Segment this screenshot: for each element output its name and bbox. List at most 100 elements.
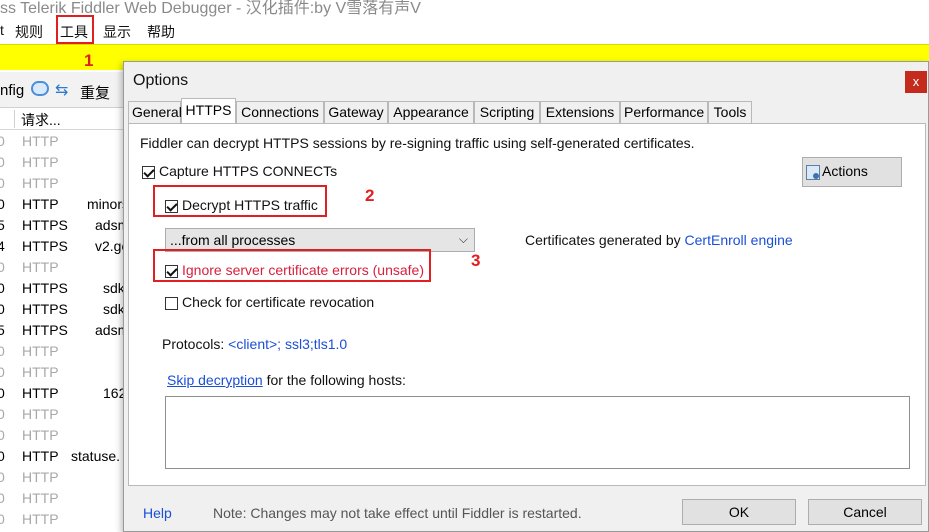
chevron-down-icon: ⌵ bbox=[458, 232, 468, 246]
session-protocol: HTTP bbox=[22, 259, 59, 275]
certificates-info: Certificates generated by CertEnroll eng… bbox=[525, 232, 793, 248]
session-protocol: HTTP bbox=[22, 511, 59, 527]
session-row[interactable]: 0 HTTP bbox=[0, 488, 125, 509]
tab-appearance[interactable]: Appearance bbox=[388, 101, 474, 123]
ok-button[interactable]: OK bbox=[682, 499, 796, 525]
replay-icon[interactable]: ⇆ bbox=[55, 80, 68, 100]
session-host: sdk bbox=[103, 280, 125, 296]
session-id: 5 bbox=[0, 217, 5, 233]
session-host: adsmi bbox=[95, 322, 125, 338]
session-id: 0 bbox=[0, 343, 5, 359]
annotation-box-ignore-errors bbox=[153, 249, 431, 282]
help-link[interactable]: Help bbox=[143, 505, 172, 521]
skip-decryption-suffix: for the following hosts: bbox=[262, 372, 406, 388]
session-row[interactable]: 0 HTTP bbox=[0, 425, 125, 446]
session-id: 0 bbox=[0, 385, 5, 401]
menu-item-rules[interactable]: 规则 bbox=[15, 22, 43, 42]
session-id: 0 bbox=[0, 133, 5, 149]
process-filter-value: ...from all processes bbox=[170, 232, 296, 248]
session-id: 0 bbox=[0, 259, 5, 275]
tab-scripting[interactable]: Scripting bbox=[474, 101, 540, 123]
tab-https[interactable]: HTTPS bbox=[181, 98, 236, 123]
annotation-box-decrypt bbox=[153, 185, 327, 217]
session-protocol: HTTP bbox=[22, 175, 59, 191]
session-id: 4 bbox=[0, 238, 5, 254]
protocols-link[interactable]: <client>; ssl3;tls1.0 bbox=[228, 336, 347, 352]
session-host: 162 bbox=[103, 385, 125, 401]
session-id: 0 bbox=[0, 511, 5, 527]
session-row[interactable]: 0 HTTP bbox=[0, 362, 125, 383]
session-protocol: HTTP bbox=[22, 343, 59, 359]
session-protocol: HTTP bbox=[22, 196, 59, 212]
session-protocol: HTTP bbox=[22, 364, 59, 380]
session-row[interactable]: 0 HTTP statuse. bbox=[0, 446, 125, 467]
session-row[interactable]: 0 HTTP bbox=[0, 257, 125, 278]
tab-performance[interactable]: Performance bbox=[620, 101, 708, 123]
replay-button[interactable]: 重复 bbox=[80, 82, 110, 103]
protocols-label: Protocols: bbox=[162, 336, 229, 352]
session-row[interactable]: 0 HTTP 162 bbox=[0, 383, 125, 404]
session-id: 0 bbox=[0, 196, 5, 212]
session-list: 请求... 0 HTTP 0 HTTP 0 HTTP 0 HTTP minors 5 HTTPS ad… bbox=[0, 108, 125, 532]
skip-hosts-textarea[interactable] bbox=[165, 396, 910, 469]
session-row[interactable]: 0 HTTP bbox=[0, 509, 125, 530]
session-protocol: HTTP bbox=[22, 133, 59, 149]
session-id: 0 bbox=[0, 427, 5, 443]
session-row[interactable]: 0 HTTP bbox=[0, 404, 125, 425]
cancel-button[interactable]: Cancel bbox=[808, 499, 922, 525]
annotation-number-3: 3 bbox=[471, 251, 481, 270]
menu-item-partial[interactable]: t bbox=[0, 22, 4, 38]
certenroll-link[interactable]: CertEnroll engine bbox=[685, 232, 793, 248]
session-host: statuse. bbox=[71, 448, 121, 464]
check-revocation-checkbox[interactable] bbox=[165, 297, 178, 310]
session-row[interactable]: 5 HTTPS adsmi bbox=[0, 215, 125, 236]
protocols-row: Protocols: <client>; ssl3;tls1.0 bbox=[162, 336, 347, 352]
menu-item-view[interactable]: 显示 bbox=[103, 22, 131, 42]
session-row[interactable]: 5 HTTPS adsmi bbox=[0, 320, 125, 341]
annotation-number-2: 2 bbox=[365, 186, 375, 205]
session-id: 0 bbox=[0, 154, 5, 170]
session-row[interactable]: 4 HTTPS v2.gc bbox=[0, 236, 125, 257]
check-revocation-label[interactable]: Check for certificate revocation bbox=[182, 294, 374, 310]
skip-decryption-link[interactable]: Skip decryption bbox=[167, 372, 263, 388]
session-row[interactable]: 0 HTTP bbox=[0, 467, 125, 488]
restart-note: Note: Changes may not take effect until … bbox=[213, 505, 582, 521]
close-icon: x bbox=[912, 74, 920, 89]
session-row[interactable]: 0 HTTPS sdk bbox=[0, 299, 125, 320]
session-row[interactable]: 0 HTTP bbox=[0, 173, 125, 194]
https-description: Fiddler can decrypt HTTPS sessions by re… bbox=[140, 135, 695, 151]
session-protocol: HTTP bbox=[22, 154, 59, 170]
session-id: 0 bbox=[0, 490, 5, 506]
session-id: 0 bbox=[0, 469, 5, 485]
session-host: adsmi bbox=[95, 217, 125, 233]
session-row[interactable]: 0 HTTP minors bbox=[0, 194, 125, 215]
comment-icon[interactable] bbox=[31, 81, 49, 96]
tab-connections[interactable]: Connections bbox=[236, 101, 324, 123]
actions-button[interactable]: Actions bbox=[802, 157, 902, 187]
main-toolbar: nfig ⇆ 重复 bbox=[0, 72, 125, 108]
tab-general[interactable]: General bbox=[128, 101, 182, 123]
tab-extensions[interactable]: Extensions bbox=[540, 101, 620, 123]
session-row[interactable]: 0 HTTP bbox=[0, 152, 125, 173]
session-row[interactable]: 0 HTTP bbox=[0, 131, 125, 152]
tab-tools[interactable]: Tools bbox=[708, 101, 752, 123]
toolbar-config-label[interactable]: nfig bbox=[0, 82, 24, 99]
session-host: minors bbox=[87, 196, 125, 212]
menu-item-help[interactable]: 帮助 bbox=[147, 22, 175, 42]
capture-connects-checkbox[interactable] bbox=[142, 166, 155, 179]
session-protocol: HTTPS bbox=[22, 322, 68, 338]
session-protocol: HTTPS bbox=[22, 301, 68, 317]
session-id: 0 bbox=[0, 301, 5, 317]
session-protocol: HTTPS bbox=[22, 217, 68, 233]
session-id: 0 bbox=[0, 280, 5, 296]
column-header-request[interactable]: 请求... bbox=[21, 110, 61, 130]
session-protocol: HTTP bbox=[22, 469, 59, 485]
session-host: v2.gc bbox=[95, 238, 125, 254]
session-row[interactable]: 0 HTTPS sdk bbox=[0, 278, 125, 299]
session-host: sdk bbox=[103, 301, 125, 317]
close-button[interactable]: x bbox=[905, 71, 927, 93]
session-id: 0 bbox=[0, 364, 5, 380]
capture-connects-label[interactable]: Capture HTTPS CONNECTs bbox=[159, 163, 337, 179]
session-row[interactable]: 0 HTTP bbox=[0, 341, 125, 362]
tab-gateway[interactable]: Gateway bbox=[324, 101, 388, 123]
